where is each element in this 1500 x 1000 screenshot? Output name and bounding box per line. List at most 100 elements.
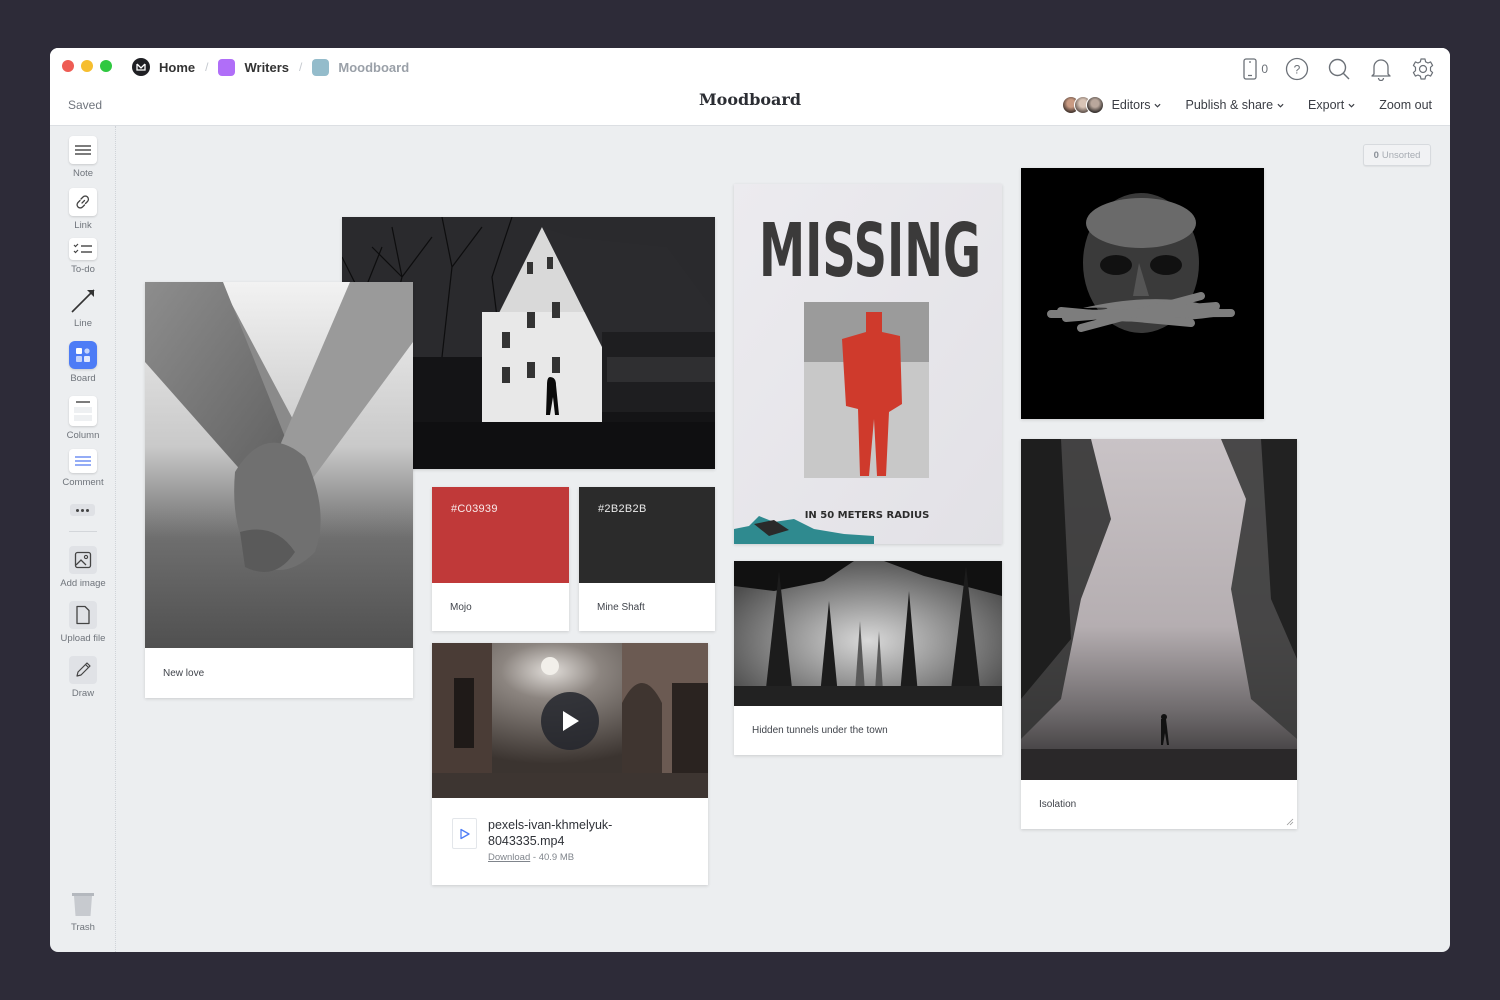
unsorted-label: Unsorted — [1381, 149, 1421, 161]
more-icon — [76, 508, 79, 512]
isolation-image — [1021, 439, 1297, 780]
swatch-name: Mine Shaft — [597, 602, 645, 613]
tool-note[interactable]: Note — [50, 136, 116, 179]
tool-add-image[interactable]: Add image — [50, 546, 116, 589]
save-status: Saved — [68, 98, 103, 112]
breadcrumb: Home / Writers / Moodboard — [132, 58, 409, 76]
publish-label: Publish & share — [1185, 98, 1274, 112]
gear-icon — [1412, 58, 1434, 80]
minimize-window-button[interactable] — [81, 60, 93, 72]
svg-text:?: ? — [1294, 63, 1301, 77]
tool-label: Line — [74, 318, 92, 329]
tool-draw[interactable]: Draw — [50, 656, 116, 699]
search-button[interactable] — [1326, 56, 1352, 82]
column-icon — [69, 396, 97, 426]
breadcrumb-writers[interactable]: Writers — [218, 58, 290, 76]
top-icons: 0 ? — [1243, 56, 1436, 82]
tool-upload-file[interactable]: Upload file — [50, 601, 116, 644]
breadcrumb-label: Home — [159, 59, 196, 75]
line-arrow-icon — [69, 286, 97, 314]
unsorted-count: 0 — [1373, 149, 1379, 161]
swatch-name: Mojo — [450, 602, 472, 613]
help-button[interactable]: ? — [1284, 56, 1310, 82]
avatar — [1085, 96, 1104, 114]
chevron-down-icon — [1154, 103, 1162, 108]
color-swatch-mojo[interactable]: #C03939 Mojo — [432, 487, 569, 631]
tool-label: Link — [74, 220, 92, 231]
video-file-icon — [452, 818, 477, 849]
board-canvas[interactable]: 0 Unsorted New love #C03939 Mojo #2B2B2B… — [116, 126, 1450, 952]
card-caption: Hidden tunnels under the town — [752, 725, 888, 736]
swatch-color — [579, 487, 715, 583]
image-card-forest[interactable]: Hidden tunnels under the town — [734, 561, 1002, 755]
tool-link[interactable]: Link — [50, 188, 116, 231]
notifications-button[interactable] — [1368, 56, 1394, 82]
video-file-card[interactable]: pexels-ivan-khmelyuk-8043335.mp4 Downloa… — [432, 643, 708, 885]
comment-icon — [69, 449, 97, 473]
tool-column[interactable]: Column — [50, 396, 116, 441]
breadcrumb-separator: / — [299, 60, 303, 74]
export-dropdown[interactable]: Export — [1308, 98, 1355, 112]
tool-label: Comment — [62, 477, 104, 488]
breadcrumb-label: Writers — [244, 59, 290, 75]
file-meta: Download - 40.9 MB — [488, 852, 574, 863]
image-card-hands[interactable]: New love — [145, 282, 413, 698]
tool-board[interactable]: Board — [50, 341, 116, 384]
file-size: 40.9 MB — [538, 852, 575, 863]
tool-label: Column — [66, 430, 100, 441]
board-menu: Editors Publish & share Export Zoom out — [1061, 96, 1432, 114]
publish-share-dropdown[interactable]: Publish & share — [1185, 98, 1284, 112]
chevron-down-icon — [1348, 103, 1355, 108]
image-card-isolation[interactable]: Isolation — [1021, 439, 1297, 829]
swatch-hex: #C03939 — [451, 503, 498, 515]
forest-image — [734, 561, 1002, 706]
trash-button[interactable]: Trash — [50, 890, 116, 933]
image-card-missing-poster[interactable]: MISSING IN 50 METERS RADIUS — [734, 184, 1002, 544]
todo-icon — [69, 238, 97, 260]
sidebar-divider — [69, 531, 97, 532]
search-icon — [1328, 58, 1350, 80]
link-icon — [69, 188, 97, 216]
settings-button[interactable] — [1410, 56, 1436, 82]
unsorted-button[interactable]: 0 Unsorted — [1363, 144, 1431, 166]
more-tools-button[interactable] — [70, 504, 95, 516]
color-swatch-mine-shaft[interactable]: #2B2B2B Mine Shaft — [579, 487, 715, 631]
tool-label: Note — [72, 168, 94, 179]
play-button[interactable] — [541, 692, 599, 750]
tool-comment[interactable]: Comment — [50, 449, 116, 488]
chevron-down-icon — [1277, 103, 1284, 108]
tool-label: Draw — [71, 688, 95, 699]
breadcrumb-moodboard[interactable]: Moodboard — [312, 58, 410, 76]
window-controls — [62, 60, 112, 72]
breadcrumb-label: Moodboard — [338, 59, 410, 75]
poster-headline: MISSING — [759, 208, 981, 294]
mobile-device-button[interactable]: 0 — [1243, 58, 1268, 80]
tool-label: Trash — [71, 922, 95, 933]
device-count: 0 — [1261, 62, 1268, 76]
hands-image — [145, 282, 413, 648]
page-title[interactable]: Moodboard — [699, 90, 801, 109]
image-icon — [69, 546, 97, 574]
tool-todo[interactable]: To-do — [50, 238, 116, 275]
missing-poster-image: MISSING IN 50 METERS RADIUS — [734, 184, 1002, 544]
swatch-color — [432, 487, 569, 583]
face-image — [1021, 168, 1264, 419]
close-window-button[interactable] — [62, 60, 74, 72]
zoom-out-label: Zoom out — [1379, 98, 1432, 112]
tool-label: To-do — [71, 264, 95, 275]
breadcrumb-home[interactable]: Home — [132, 58, 195, 76]
mobile-device-icon — [1243, 58, 1257, 80]
image-card-face[interactable] — [1021, 168, 1264, 419]
tool-label: Add image — [60, 578, 106, 589]
maximize-window-button[interactable] — [100, 60, 112, 72]
breadcrumb-separator: / — [205, 60, 209, 74]
download-link[interactable]: Download — [488, 852, 530, 863]
board-color-icon — [218, 58, 236, 76]
editors-dropdown[interactable]: Editors — [1061, 96, 1162, 114]
zoom-out-button[interactable]: Zoom out — [1379, 98, 1432, 112]
file-icon — [69, 601, 97, 629]
resize-handle-icon[interactable] — [1286, 818, 1294, 826]
tool-line[interactable]: Line — [50, 286, 116, 329]
help-icon: ? — [1285, 57, 1309, 81]
milanote-logo-icon — [132, 58, 150, 76]
